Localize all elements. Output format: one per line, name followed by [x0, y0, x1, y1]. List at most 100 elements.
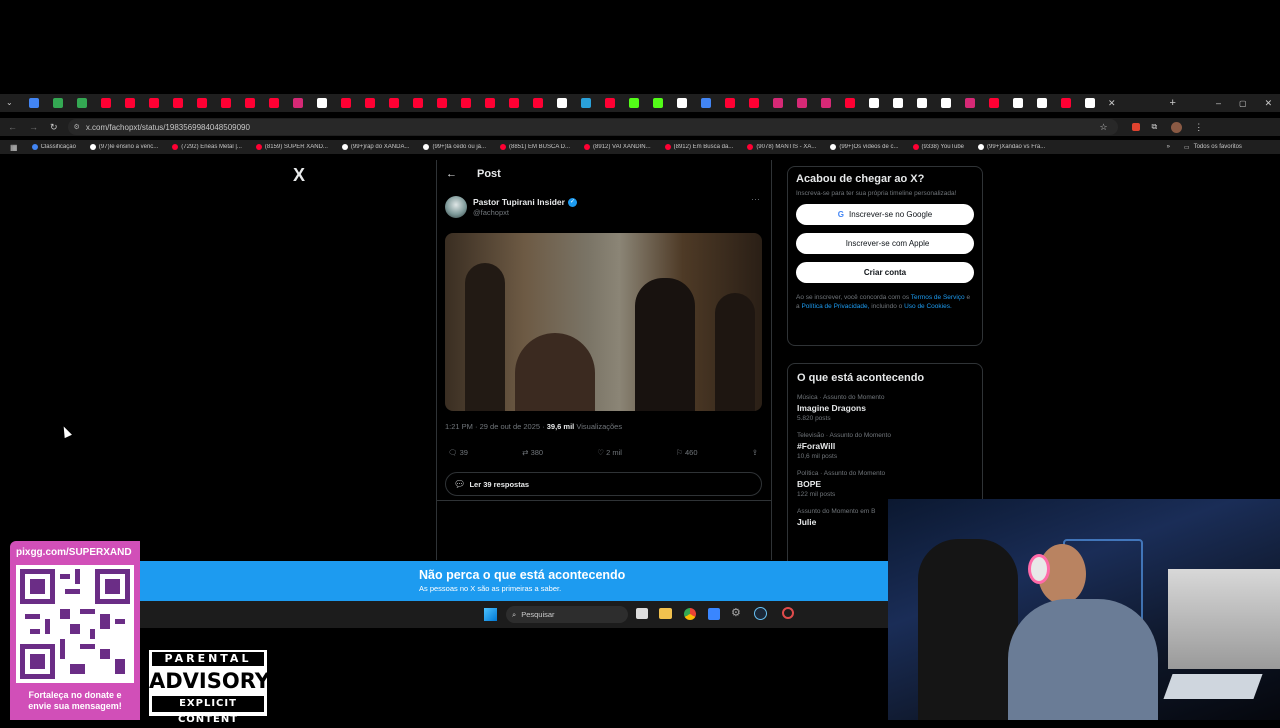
browser-tab[interactable]	[581, 98, 591, 108]
url-field[interactable]: ⚙ x.com/fachopxt/status/1983569984048509…	[67, 119, 1118, 135]
browser-tab[interactable]	[461, 98, 471, 108]
browser-tab[interactable]	[173, 98, 183, 108]
bookmark-item[interactable]: (8159) SUPER XAND...	[255, 144, 328, 150]
browser-tab[interactable]	[437, 98, 447, 108]
browser-tab[interactable]	[317, 98, 327, 108]
bookmark-item[interactable]: (97)Ie ensino a venc...	[89, 144, 158, 150]
x-logo[interactable]: X	[293, 165, 305, 186]
browser-tab[interactable]	[485, 98, 495, 108]
browser-tab[interactable]	[269, 98, 279, 108]
browser-tab[interactable]	[749, 98, 759, 108]
trend-item[interactable]: Política · Assunto do Momento BOPE 122 m…	[797, 470, 973, 498]
browser-tab[interactable]	[293, 98, 303, 108]
browser-tab[interactable]	[29, 98, 39, 108]
browser-tab[interactable]	[845, 98, 855, 108]
bookmark-item[interactable]: (99+)tá cedo ou já...	[423, 144, 486, 150]
trend-item[interactable]: Música · Assunto do Momento Imagine Drag…	[797, 394, 973, 422]
privacy-link[interactable]: Política de Privacidade,	[801, 303, 869, 310]
author-name[interactable]: Pastor Tupirani Insider	[473, 197, 565, 207]
browser-tab[interactable]	[629, 98, 639, 108]
browser-tab[interactable]	[1037, 98, 1047, 108]
browser-tab[interactable]	[1061, 98, 1071, 108]
bookmark-item[interactable]: (9078) MANTIS - XA...	[747, 144, 816, 150]
bookmark-button[interactable]: ⚐ 460	[676, 448, 697, 457]
browser-tab[interactable]	[941, 98, 951, 108]
browser-tab[interactable]	[773, 98, 783, 108]
browser-tab[interactable]	[893, 98, 903, 108]
bookmark-item[interactable]: (99+)Os vídeos de c...	[830, 144, 899, 150]
signup-banner[interactable]: Não perca o que está acontecendo As pess…	[140, 561, 888, 601]
bookmark-item[interactable]: (9338) YouTube	[912, 144, 964, 150]
browser-tab[interactable]	[101, 98, 111, 108]
settings-gear-icon[interactable]: ⚙	[731, 606, 741, 619]
author-handle[interactable]: @fachopxt	[473, 208, 509, 217]
windows-start-icon[interactable]	[484, 608, 497, 621]
browser-tab[interactable]	[557, 98, 567, 108]
file-explorer-icon[interactable]	[659, 608, 672, 619]
browser-tab[interactable]	[965, 98, 975, 108]
browser-tab[interactable]	[389, 98, 399, 108]
like-button[interactable]: ♡ 2 mil	[597, 448, 622, 457]
browser-tab[interactable]	[605, 98, 615, 108]
browser-tab[interactable]	[125, 98, 135, 108]
more-options-icon[interactable]: ···	[751, 194, 760, 204]
new-tab-icon[interactable]: +	[1170, 97, 1176, 109]
browser-tab[interactable]	[53, 98, 63, 108]
browser-tab[interactable]	[701, 98, 711, 108]
browser-tab[interactable]	[341, 98, 351, 108]
browser-tab[interactable]	[197, 98, 207, 108]
browser-tab[interactable]	[1085, 98, 1095, 108]
reload-icon[interactable]: ↻	[50, 122, 58, 133]
browser-tab[interactable]	[917, 98, 927, 108]
browser-tab[interactable]	[653, 98, 663, 108]
cookies-link[interactable]: Uso de Cookies.	[904, 303, 952, 310]
avatar[interactable]	[445, 196, 467, 218]
browser-tab[interactable]	[221, 98, 231, 108]
browser-tab[interactable]	[149, 98, 159, 108]
apps-grid-icon[interactable]: ▦	[10, 143, 18, 152]
steam-icon[interactable]	[754, 607, 767, 620]
close-tab-icon[interactable]: ✕	[1108, 98, 1116, 109]
reply-button[interactable]: 🗨︎ 39	[448, 448, 468, 457]
app-icon[interactable]	[782, 607, 794, 619]
bookmark-item[interactable]: (7292) Enéas Metal |...	[172, 144, 242, 150]
back-arrow-icon[interactable]: ←	[446, 168, 457, 180]
all-bookmarks[interactable]: Todos os favoritos	[1194, 144, 1242, 150]
bookmark-item[interactable]: (8912) Em Busca da...	[664, 144, 733, 150]
browser-tab[interactable]	[725, 98, 735, 108]
app-icon[interactable]	[708, 608, 720, 620]
taskbar-search[interactable]: ⌕ Pesquisar	[506, 606, 628, 623]
browser-tab[interactable]	[869, 98, 879, 108]
browser-tab[interactable]	[509, 98, 519, 108]
bookmark-item[interactable]: Classificação	[31, 144, 76, 150]
window-close-icon[interactable]: ✕	[1265, 98, 1273, 109]
task-view-icon[interactable]	[636, 608, 648, 619]
browser-tab[interactable]	[821, 98, 831, 108]
terms-link[interactable]: Termos de Serviço	[911, 294, 965, 301]
browser-tab[interactable]	[1013, 98, 1023, 108]
post-timestamp[interactable]: 1:21 PM · 29 de out de 2025 ·	[445, 422, 545, 431]
profile-avatar[interactable]	[1171, 121, 1183, 133]
site-info-icon[interactable]: ⚙	[74, 123, 80, 131]
extension-icon[interactable]	[1131, 123, 1140, 131]
browser-tab[interactable]	[413, 98, 423, 108]
maximize-icon[interactable]: ▢	[1239, 99, 1247, 108]
browser-tab[interactable]	[77, 98, 87, 108]
browser-tab[interactable]	[797, 98, 807, 108]
more-bookmarks-icon[interactable]: »	[1167, 144, 1170, 150]
apple-signup-button[interactable]: Inscrever-se com Apple	[796, 233, 974, 254]
browser-tab[interactable]	[245, 98, 255, 108]
extensions-puzzle-icon[interactable]: ⧉	[1152, 122, 1158, 132]
browser-tab[interactable]	[677, 98, 687, 108]
url-text[interactable]: x.com/fachopxt/status/198356998404850909…	[86, 123, 250, 132]
trend-item[interactable]: Televisão · Assunto do Momento #ForaWill…	[797, 432, 973, 460]
bookmark-star-icon[interactable]: ☆	[1099, 122, 1107, 133]
chrome-icon[interactable]	[684, 608, 696, 620]
bookmark-item[interactable]: (8912) VAI XANDIN...	[584, 144, 651, 150]
share-icon[interactable]: ⇪	[752, 448, 758, 457]
repost-button[interactable]: ⇄ 380	[522, 448, 543, 457]
forward-icon[interactable]: →	[29, 122, 38, 132]
browser-tab[interactable]	[365, 98, 375, 108]
back-icon[interactable]: ←	[8, 122, 17, 132]
google-signup-button[interactable]: G Inscrever-se no Google	[796, 204, 974, 225]
